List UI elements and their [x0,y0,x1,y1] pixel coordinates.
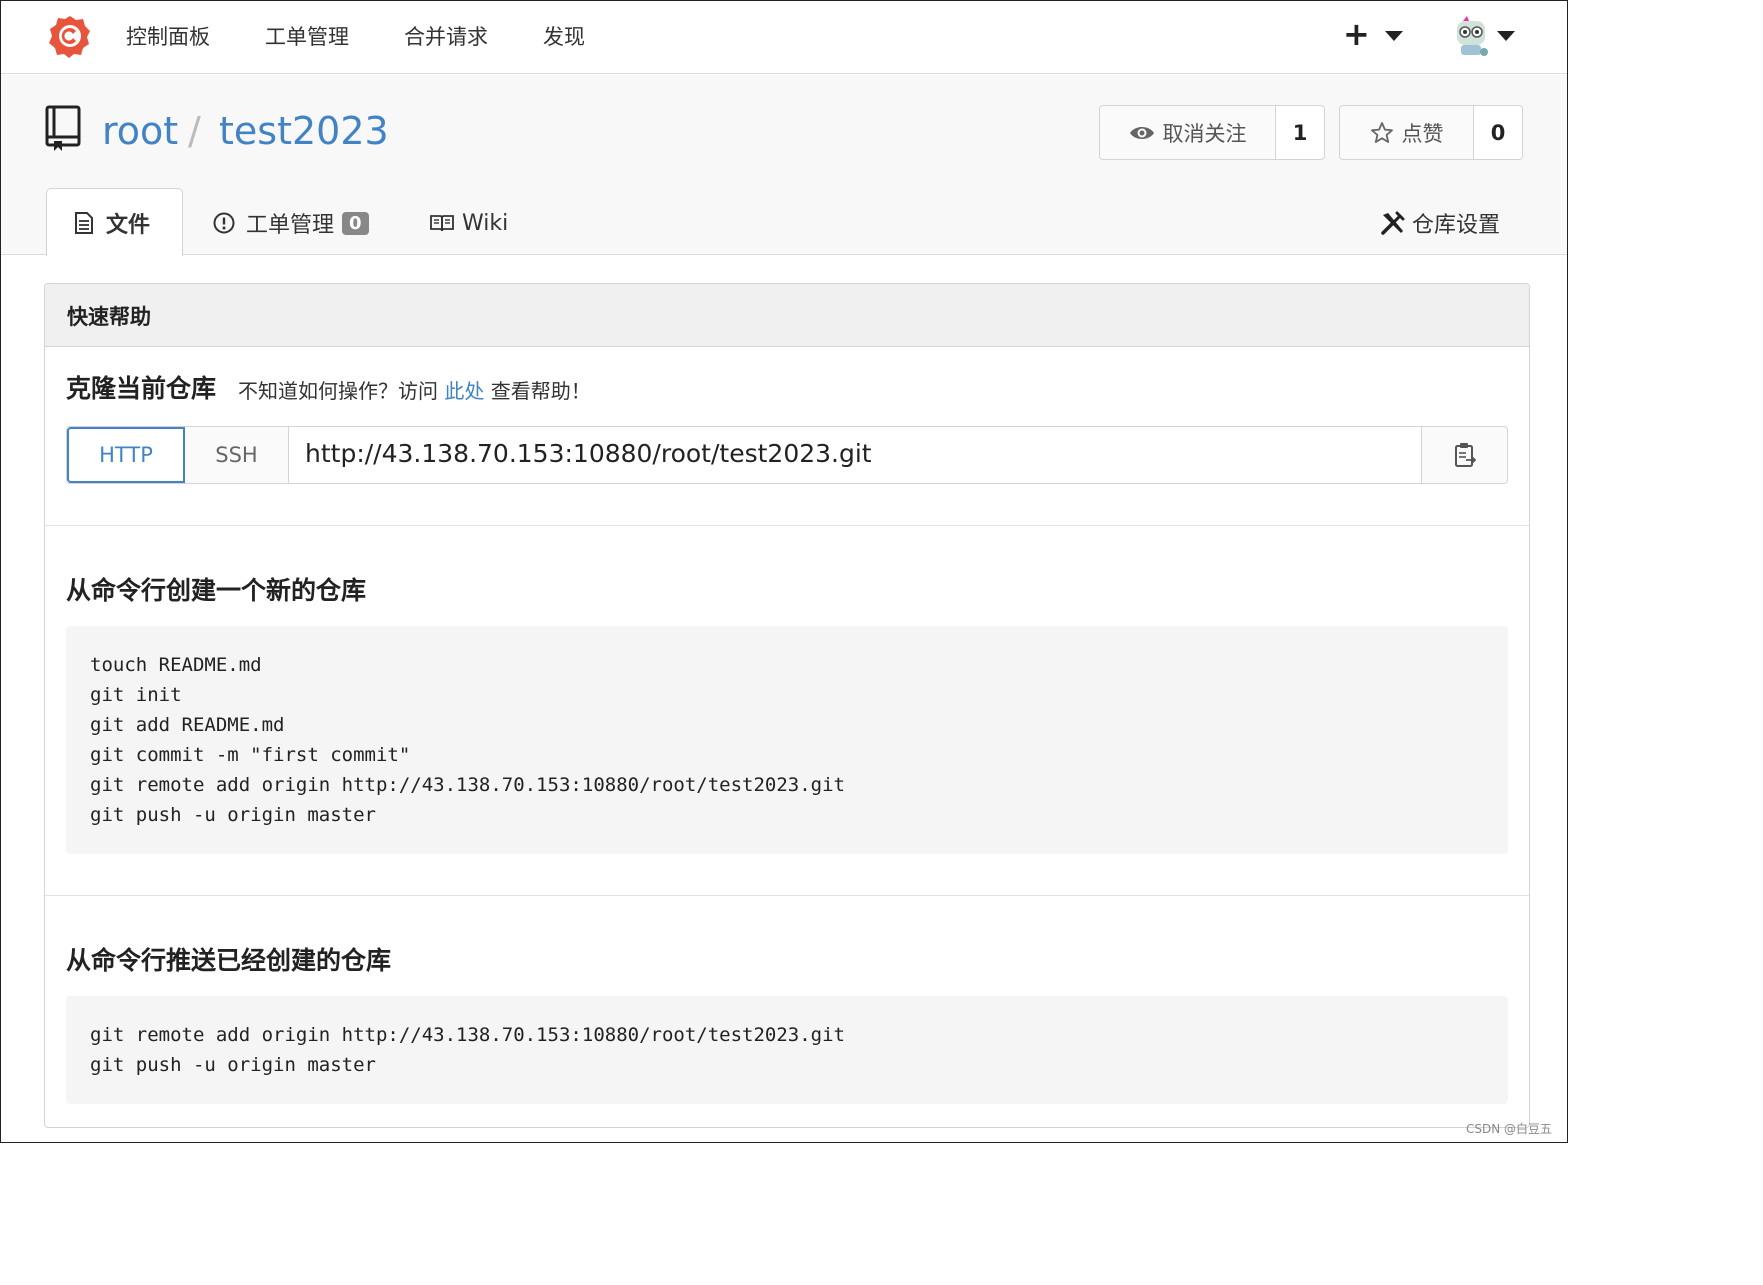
http-protocol-button[interactable]: HTTP [67,427,185,483]
star-button-group: 点赞 0 [1339,105,1523,160]
clipboard-icon [1454,443,1476,467]
issue-opened-icon [213,212,235,234]
eye-icon [1129,126,1154,139]
clone-help-prefix: 不知道如何操作？访问 [238,379,438,403]
clone-help-suffix: 查看帮助！ [490,379,591,403]
repo-name-link[interactable]: test2023 [219,109,389,153]
code-line: git add README.md [90,714,285,736]
tab-wiki-label: Wiki [462,210,509,236]
book-icon [430,215,454,232]
panel-header: 快速帮助 [45,284,1529,347]
clone-section-title: 克隆当前仓库 [66,374,217,403]
push-repo-code-block[interactable]: git remote add origin http://43.138.70.1… [66,996,1508,1104]
unwatch-button[interactable]: 取消关注 [1100,106,1276,159]
code-line: touch README.md [90,654,262,676]
clone-help-link[interactable]: 此处 [444,379,484,403]
panel-title: 快速帮助 [67,305,151,329]
gogs-logo-icon[interactable] [48,14,92,58]
tab-issues[interactable]: 工单管理 0 [212,190,369,256]
tab-wiki[interactable]: Wiki [430,190,508,256]
tab-files-label: 文件 [106,213,151,238]
code-line: git remote add origin http://43.138.70.1… [90,774,845,796]
create-dropdown-chevron-down-icon[interactable] [1385,31,1403,41]
star-count[interactable]: 0 [1474,106,1522,159]
user-avatar[interactable] [1451,15,1493,59]
tab-files[interactable]: 文件 [74,190,150,256]
clone-url-input[interactable]: http://43.138.70.153:10880/root/test2023… [305,439,872,468]
top-navbar: 控制面板 工单管理 合并请求 发现 + [1,1,1567,74]
create-new-button[interactable]: + [1343,15,1370,53]
star-icon [1370,121,1393,143]
section-divider [45,895,1529,896]
watch-button-group: 取消关注 1 [1099,105,1325,160]
code-line: git commit -m "first commit" [90,744,411,766]
section-divider [45,525,1529,526]
new-repo-code-block[interactable]: touch README.md git init git add README.… [66,626,1508,854]
clone-url-bar: HTTP SSH http://43.138.70.153:10880/root… [66,426,1508,484]
nav-dashboard[interactable]: 控制面板 [126,21,210,51]
file-text-icon [75,212,93,234]
nav-explore[interactable]: 发现 [543,21,585,51]
tab-settings-label: 仓库设置 [1412,213,1501,238]
user-dropdown-chevron-down-icon[interactable] [1497,31,1515,41]
clone-help-text: 不知道如何操作？访问 此处 查看帮助！ [238,375,591,404]
watermark-text: CSDN @白豆五 [1466,1122,1553,1136]
code-line: git push -u origin master [90,1054,376,1076]
repo-book-icon [45,105,81,151]
code-line: git init [90,684,182,706]
push-repo-section-title: 从命令行推送已经创建的仓库 [66,946,392,975]
code-line: git remote add origin http://43.138.70.1… [90,1024,845,1046]
nav-pulls[interactable]: 合并请求 [404,21,488,51]
tools-icon [1381,211,1405,235]
new-repo-section-title: 从命令行创建一个新的仓库 [66,576,367,605]
unwatch-label: 取消关注 [1162,121,1247,146]
nav-issues[interactable]: 工单管理 [265,21,349,51]
tab-settings[interactable]: 仓库设置 [1380,190,1500,256]
tab-issues-label: 工单管理 [246,213,335,238]
star-button[interactable]: 点赞 [1340,106,1474,159]
issues-count-badge: 0 [342,211,369,235]
ssh-protocol-button[interactable]: SSH [185,427,289,483]
code-line: git push -u origin master [90,804,376,826]
star-label: 点赞 [1401,121,1444,146]
repo-owner-link[interactable]: root [102,109,178,153]
breadcrumb-separator: / [188,109,201,153]
copy-url-button[interactable] [1421,427,1507,483]
watch-count[interactable]: 1 [1276,106,1324,159]
